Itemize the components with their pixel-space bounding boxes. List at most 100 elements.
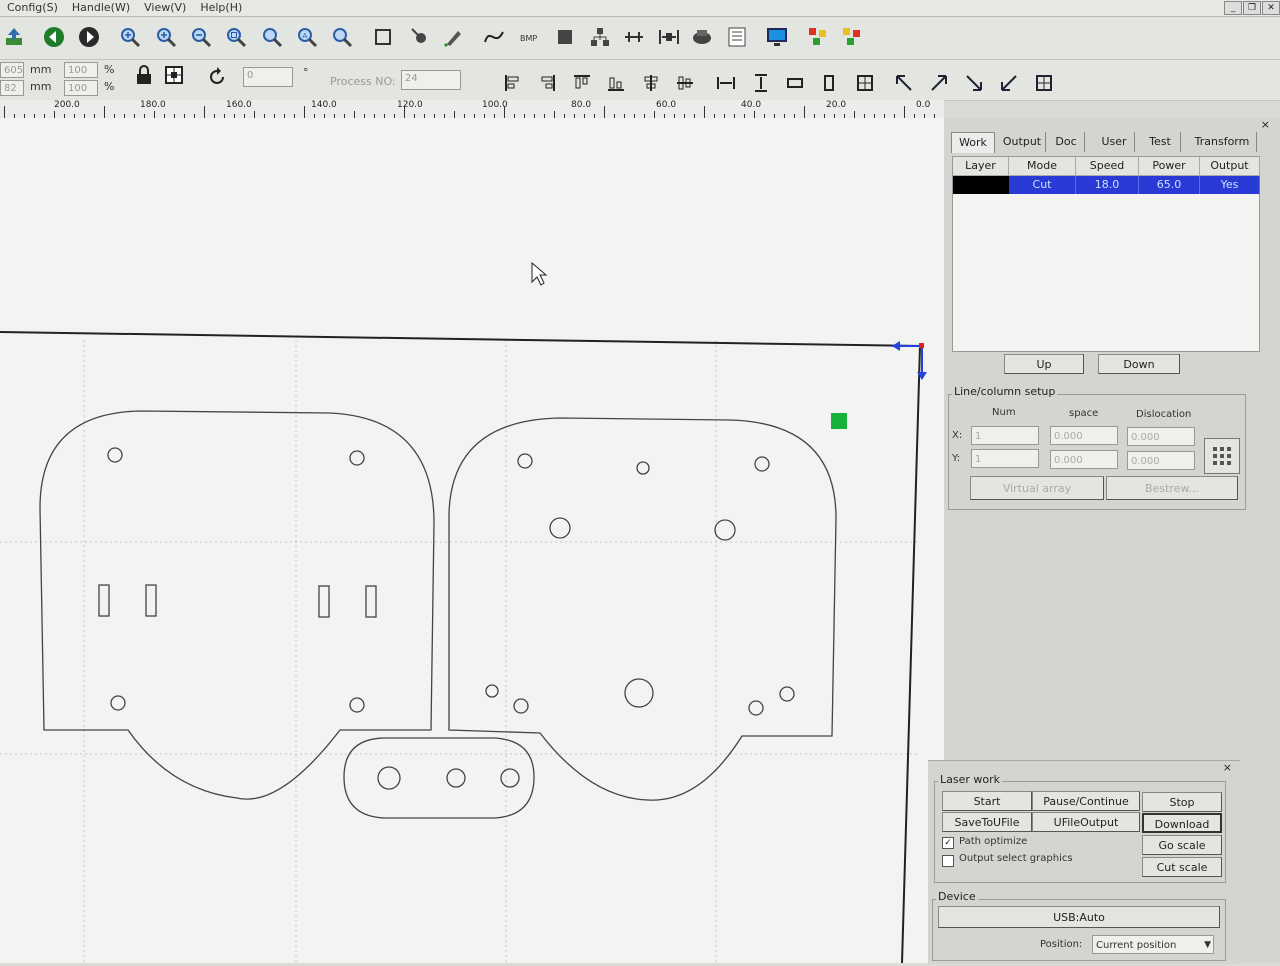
y-space-input[interactable]: 0.000 bbox=[1050, 450, 1118, 469]
left-part-outline bbox=[39, 410, 435, 800]
chevron-down-icon[interactable]: ▼ bbox=[1204, 936, 1211, 955]
layer-down-button[interactable]: Down bbox=[1098, 354, 1180, 374]
tab-output[interactable]: Output bbox=[999, 132, 1046, 152]
restore-button[interactable]: ❐ bbox=[1243, 1, 1261, 15]
arrow-top-left-icon[interactable] bbox=[893, 72, 915, 94]
menu-config[interactable]: Config(S) bbox=[0, 0, 65, 16]
y-dislocation-input[interactable]: 0.000 bbox=[1127, 451, 1195, 470]
tab-user[interactable]: User bbox=[1094, 132, 1135, 152]
path-optimize-checkbox[interactable]: ✓ bbox=[942, 837, 954, 849]
layer-color-icon[interactable] bbox=[806, 25, 830, 49]
align-bottom-icon[interactable] bbox=[605, 72, 627, 94]
layer-speed-cell[interactable]: 18.0 bbox=[1076, 176, 1139, 194]
x-dislocation-input[interactable]: 0.000 bbox=[1127, 427, 1195, 446]
zoom-page-icon[interactable] bbox=[224, 25, 248, 49]
layer-settings-icon[interactable] bbox=[840, 25, 864, 49]
menu-handle[interactable]: Handle(W) bbox=[65, 0, 137, 16]
panel-close-icon[interactable]: × bbox=[1261, 118, 1270, 131]
layer-up-button[interactable]: Up bbox=[1004, 354, 1084, 374]
zoom-out-icon[interactable] bbox=[189, 25, 213, 49]
position-select[interactable]: Current position ▼ bbox=[1092, 935, 1214, 954]
x-num-input[interactable]: 1 bbox=[971, 426, 1039, 445]
properties-icon[interactable] bbox=[725, 25, 749, 49]
tab-work[interactable]: Work bbox=[951, 132, 995, 153]
degree-label: ° bbox=[303, 66, 309, 79]
zoom-window-icon[interactable] bbox=[260, 25, 284, 49]
lock-ratio-icon[interactable] bbox=[133, 64, 155, 86]
group-icon[interactable] bbox=[588, 25, 612, 49]
align-center-v-icon[interactable] bbox=[674, 72, 696, 94]
angle-field[interactable]: 0 bbox=[243, 67, 293, 87]
align-center-h-icon[interactable] bbox=[640, 72, 662, 94]
arrow-top-right-icon[interactable] bbox=[928, 72, 950, 94]
curve-icon[interactable] bbox=[482, 25, 506, 49]
y-num-input[interactable]: 1 bbox=[971, 449, 1039, 468]
ufile-output-button[interactable]: UFileOutput bbox=[1032, 812, 1140, 832]
node-edit-icon[interactable] bbox=[408, 25, 432, 49]
tab-doc[interactable]: Doc bbox=[1048, 132, 1085, 152]
layer-color-swatch[interactable] bbox=[953, 176, 1009, 194]
close-button[interactable]: ✕ bbox=[1262, 1, 1280, 15]
scale-y-field[interactable]: 100 bbox=[64, 80, 98, 96]
cut-scale-button[interactable]: Cut scale bbox=[1142, 857, 1222, 877]
zoom-fit-icon[interactable] bbox=[330, 25, 354, 49]
menu-help[interactable]: Help(H) bbox=[193, 0, 249, 16]
x-space-input[interactable]: 0.000 bbox=[1050, 426, 1118, 445]
canvas-drawing bbox=[0, 261, 927, 964]
distribute-icon[interactable] bbox=[657, 25, 681, 49]
array-grid-icon[interactable] bbox=[1204, 438, 1240, 474]
back-arrow-icon[interactable] bbox=[42, 25, 66, 49]
bestrew-button[interactable]: Bestrew... bbox=[1106, 476, 1238, 500]
save-to-ufile-button[interactable]: SaveToUFile bbox=[942, 812, 1032, 832]
position-grid-icon[interactable] bbox=[163, 64, 185, 86]
virtual-array-button[interactable]: Virtual array bbox=[970, 476, 1104, 500]
zoom-in-icon[interactable] bbox=[118, 25, 142, 49]
start-button[interactable]: Start bbox=[942, 791, 1032, 811]
same-size-icon[interactable] bbox=[854, 72, 876, 94]
scale-x-field[interactable]: 100 bbox=[64, 62, 98, 78]
layer-output-cell[interactable]: Yes bbox=[1200, 176, 1260, 194]
tab-transform[interactable]: Transform bbox=[1188, 132, 1257, 152]
layer-mode-cell[interactable]: Cut bbox=[1009, 176, 1076, 194]
ruler-tick bbox=[154, 111, 155, 118]
zoom-plus-icon[interactable] bbox=[154, 25, 178, 49]
arrow-bottom-left-icon[interactable] bbox=[998, 72, 1020, 94]
align-right-icon[interactable] bbox=[536, 72, 558, 94]
process-no-field[interactable]: 24 bbox=[401, 70, 461, 90]
equal-spacing-v-icon[interactable] bbox=[750, 72, 772, 94]
align-left-icon[interactable] bbox=[502, 72, 524, 94]
laser-head-icon[interactable] bbox=[690, 25, 714, 49]
arrow-bottom-right-icon[interactable] bbox=[963, 72, 985, 94]
minimize-button[interactable]: _ bbox=[1224, 1, 1242, 15]
rotate-icon[interactable] bbox=[206, 66, 228, 88]
bitmap-icon[interactable]: BMP bbox=[517, 25, 541, 49]
pause-continue-button[interactable]: Pause/Continue bbox=[1032, 791, 1140, 811]
pen-tool-icon[interactable] bbox=[441, 25, 465, 49]
same-width-icon[interactable] bbox=[784, 72, 806, 94]
stop-button[interactable]: Stop bbox=[1142, 792, 1222, 812]
x-position-field[interactable]: 605 bbox=[0, 62, 24, 78]
usb-device-button[interactable]: USB:Auto bbox=[938, 906, 1220, 928]
go-scale-button[interactable]: Go scale bbox=[1142, 835, 1222, 855]
equal-spacing-h-icon[interactable] bbox=[715, 72, 737, 94]
center-origin-icon[interactable] bbox=[1033, 72, 1055, 94]
select-rect-icon[interactable] bbox=[371, 25, 395, 49]
bottom-panel-close-icon[interactable]: × bbox=[1223, 761, 1232, 774]
zoom-all-icon[interactable]: A bbox=[295, 25, 319, 49]
download-button[interactable]: Download bbox=[1142, 813, 1222, 833]
align-h-icon[interactable] bbox=[622, 25, 646, 49]
fill-rect-icon[interactable] bbox=[553, 25, 577, 49]
same-height-icon[interactable] bbox=[818, 72, 840, 94]
output-select-label: Output select graphics bbox=[959, 853, 1073, 864]
forward-arrow-icon[interactable] bbox=[77, 25, 101, 49]
output-select-checkbox[interactable] bbox=[942, 855, 954, 867]
y-position-field[interactable]: 82 bbox=[0, 80, 24, 96]
tab-test[interactable]: Test bbox=[1140, 132, 1181, 152]
layer-power-cell[interactable]: 65.0 bbox=[1139, 176, 1200, 194]
monitor-icon[interactable] bbox=[765, 25, 789, 49]
align-top-icon[interactable] bbox=[571, 72, 593, 94]
menu-view[interactable]: View(V) bbox=[137, 0, 193, 16]
num-header: Num bbox=[992, 407, 1016, 418]
drawing-canvas[interactable] bbox=[0, 118, 944, 964]
import-icon[interactable] bbox=[2, 25, 26, 49]
